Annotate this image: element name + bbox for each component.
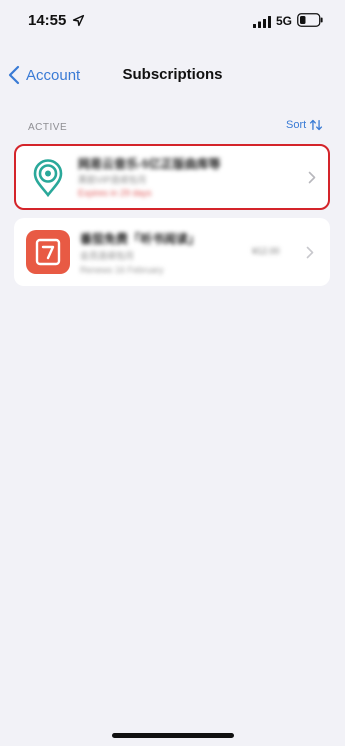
sort-label: Sort (286, 119, 307, 131)
sort-button[interactable]: Sort (286, 118, 323, 132)
signal-icon (253, 16, 271, 28)
subscription-title: 网易云音乐-5亿正版曲库等 (78, 157, 221, 171)
status-bar: 14:55 5G (0, 0, 345, 44)
chevron-right-icon (308, 171, 316, 184)
subscription-item[interactable]: 番茄免费「听书阅读」 会员连续包月 Renews 16 February ¥12… (14, 218, 330, 286)
subscriptions-screen: 14:55 5G Account Subscriptions ACTIVE So… (0, 0, 345, 746)
home-indicator[interactable] (112, 733, 234, 738)
subscription-subtitle: 会员连续包月 (80, 251, 135, 261)
subscription-title: 番茄免费「听书阅读」 (80, 232, 201, 246)
subscription-status: Renews 16 February (80, 265, 164, 275)
subscription-status: Expires in 29 days (78, 188, 152, 198)
location-arrow-icon (72, 14, 85, 27)
location-pin-icon (33, 159, 63, 198)
subscription-item[interactable]: 网易云音乐-5亿正版曲库等 黑胶VIP连续包月 Expires in 29 da… (14, 144, 330, 210)
battery-icon (297, 13, 323, 27)
subscription-price: ¥12.00 (252, 246, 280, 256)
subscription-subtitle: 黑胶VIP连续包月 (78, 175, 147, 185)
sort-arrows-icon (310, 119, 323, 131)
page-title: Subscriptions (122, 66, 223, 83)
navigation-bar: Account Subscriptions (0, 56, 345, 94)
network-type: 5G (276, 14, 293, 28)
chevron-right-icon (306, 246, 314, 259)
book-app-icon (26, 230, 70, 274)
status-time: 14:55 (28, 12, 67, 29)
section-header-active: ACTIVE (28, 122, 68, 133)
